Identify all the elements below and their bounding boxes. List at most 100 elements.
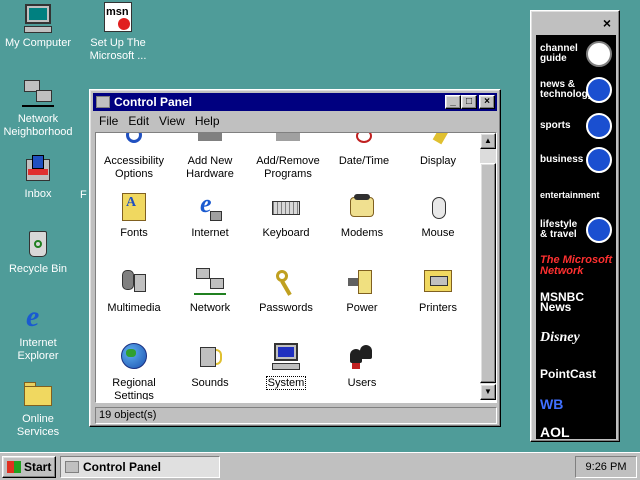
channel-disney[interactable]: Disney: [536, 321, 616, 355]
taskbar-item-control-panel[interactable]: Control Panel: [60, 456, 220, 478]
status-bar: 19 object(s): [95, 407, 497, 424]
network-icon: [194, 266, 226, 298]
desktop-icon-label: Online Services: [16, 413, 60, 438]
add-remove-icon: [272, 133, 304, 151]
control-panel-icon-grid: Accessibility Options Add New Hardware A…: [96, 133, 480, 400]
cp-item-network[interactable]: Network: [172, 266, 248, 315]
accessibility-icon: [118, 133, 150, 151]
channel-business[interactable]: business: [536, 143, 616, 177]
desktop-icon-label: Internet Explorer: [17, 337, 59, 362]
cp-item-passwords[interactable]: Passwords: [248, 266, 324, 315]
window-titlebar[interactable]: Control Panel _ □ ×: [93, 93, 497, 111]
folder-icon: [22, 378, 54, 410]
channel-bar-close-button[interactable]: ×: [603, 15, 611, 31]
desktop-icon-label: Set Up The Microsoft ...: [89, 37, 147, 62]
cp-item-date-time[interactable]: Date/Time: [324, 133, 404, 168]
cp-item-power[interactable]: Power: [324, 266, 400, 315]
cp-item-add-remove[interactable]: Add/Remove Programs: [248, 133, 328, 181]
ie-icon: e: [26, 300, 40, 333]
system-tray: 9:26 PM: [575, 456, 637, 478]
cp-item-regional-settings[interactable]: Regional Settings: [96, 341, 172, 400]
channel-msn[interactable]: The Microsoft Network: [536, 249, 616, 283]
menu-file[interactable]: File: [94, 114, 123, 128]
maximize-button[interactable]: □: [461, 95, 477, 109]
power-icon: [346, 266, 378, 298]
msn-icon: msn: [102, 2, 134, 34]
channel-guide[interactable]: channel guide: [536, 37, 616, 71]
minimize-button[interactable]: _: [445, 95, 461, 109]
fonts-icon: A: [118, 191, 150, 223]
channel-sports[interactable]: sports: [536, 109, 616, 143]
scroll-thumb[interactable]: [480, 163, 496, 383]
menu-view[interactable]: View: [154, 114, 190, 128]
scroll-down-button[interactable]: ▼: [480, 384, 496, 400]
recycle-bin-icon: [22, 228, 54, 260]
channel-msnbc[interactable]: MSNBC News: [536, 285, 616, 319]
sports-icon: [586, 113, 612, 139]
inbox-icon: [22, 153, 54, 185]
cp-item-display[interactable]: Display: [400, 133, 476, 168]
window-content: Accessibility Options Add New Hardware A…: [95, 132, 497, 403]
vertical-scrollbar[interactable]: ▲ ▼: [480, 133, 496, 400]
channel-lifestyle[interactable]: lifestyle & travel: [536, 213, 616, 247]
channel-aol[interactable]: AOL: [536, 415, 616, 449]
menu-edit[interactable]: Edit: [123, 114, 154, 128]
clock[interactable]: 9:26 PM: [586, 461, 627, 473]
business-icon: [586, 147, 612, 173]
clock-icon: [348, 133, 380, 151]
desktop-icon-inbox[interactable]: Inbox: [0, 153, 76, 201]
display-icon: [422, 133, 454, 151]
scroll-up-button[interactable]: ▲: [480, 133, 496, 149]
cp-item-keyboard[interactable]: Keyboard: [248, 191, 324, 240]
cp-item-multimedia[interactable]: Multimedia: [96, 266, 172, 315]
cp-item-add-hardware[interactable]: Add New Hardware: [172, 133, 248, 181]
plane-icon: [586, 217, 612, 243]
desktop-icon-my-computer[interactable]: My Computer: [0, 2, 76, 50]
channel-pointcast[interactable]: PointCast: [536, 357, 616, 391]
channel-news[interactable]: news & technology: [536, 73, 616, 107]
speaker-icon: [194, 341, 226, 373]
mouse-icon: [422, 191, 454, 223]
desktop-icon-network-neighborhood[interactable]: Network Neighborhood: [0, 78, 76, 139]
channel-entertainment[interactable]: entertainment: [536, 178, 616, 212]
multimedia-icon: [118, 266, 150, 298]
close-button[interactable]: ×: [479, 95, 495, 109]
windows-logo-icon: [7, 461, 21, 473]
control-panel-icon: [96, 96, 110, 108]
modem-icon: [346, 191, 378, 223]
desktop-icon-msn-setup[interactable]: msn Set Up The Microsoft ...: [80, 2, 156, 63]
keyboard-icon: [270, 191, 302, 223]
control-panel-window[interactable]: Control Panel _ □ × File Edit View Help …: [89, 89, 501, 427]
network-icon: [22, 78, 54, 110]
desktop-icon-recycle-bin[interactable]: Recycle Bin: [0, 228, 76, 276]
start-button[interactable]: Start: [2, 456, 56, 478]
cp-item-internet[interactable]: e Internet: [172, 191, 248, 240]
globe-icon: [118, 341, 150, 373]
users-icon: [346, 341, 378, 373]
hardware-icon: [194, 133, 226, 151]
desktop-icon-label: Network Neighborhood: [3, 113, 73, 138]
cp-item-fonts[interactable]: A Fonts: [96, 191, 172, 240]
system-icon: [270, 341, 302, 373]
channel-list: channel guide news & technology sports b…: [536, 35, 616, 439]
desktop-icon-online-services[interactable]: Online Services: [0, 378, 76, 439]
menu-help[interactable]: Help: [190, 114, 225, 128]
cp-item-mouse[interactable]: Mouse: [400, 191, 476, 240]
computer-icon: [22, 2, 54, 34]
cp-item-users[interactable]: Users: [324, 341, 400, 390]
cp-item-printers[interactable]: Printers: [400, 266, 476, 315]
cp-item-system[interactable]: System: [248, 341, 324, 390]
cp-item-sounds[interactable]: Sounds: [172, 341, 248, 390]
desktop-icon-label: Inbox: [24, 188, 52, 200]
control-panel-icon: [65, 461, 79, 473]
desktop-icon-label: My Computer: [4, 37, 72, 49]
desktop-icon-internet-explorer[interactable]: e Internet Explorer: [0, 302, 76, 363]
taskbar: Start Control Panel 9:26 PM: [0, 452, 640, 480]
menu-bar: File Edit View Help: [94, 112, 225, 130]
cp-item-accessibility[interactable]: Accessibility Options: [96, 133, 172, 181]
cp-item-modems[interactable]: Modems: [324, 191, 400, 240]
partial-desktop-icon-label: F: [80, 189, 87, 201]
channel-guide-icon: [586, 41, 612, 67]
channel-bar: × channel guide news & technology sports…: [530, 10, 620, 442]
desktop-icon-label: Recycle Bin: [8, 263, 68, 275]
